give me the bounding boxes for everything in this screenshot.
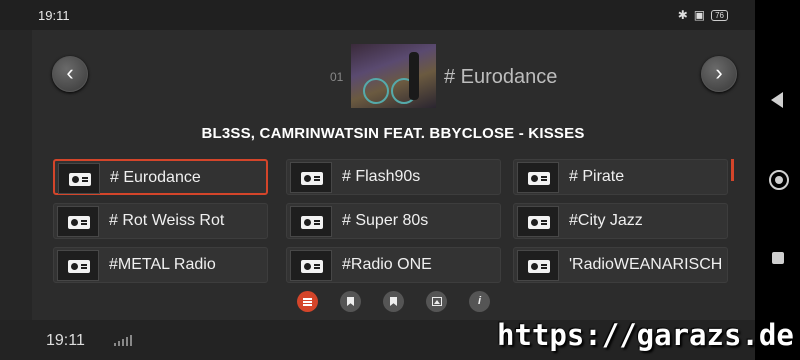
sim-icon: ▣ <box>693 8 706 22</box>
station-tile[interactable]: # Rot Weiss Rot <box>53 203 268 239</box>
station-tile[interactable]: # Flash90s <box>286 159 501 195</box>
station-tile-label: 'RadioWEANARISCH <box>569 256 723 273</box>
bluetooth-icon: ✱ <box>677 8 688 22</box>
station-tile-label: #METAL Radio <box>109 256 216 273</box>
bookmark-icon <box>390 297 397 306</box>
station-tile-label: # Super 80s <box>342 212 429 229</box>
radio-icon <box>290 162 332 193</box>
station-tile[interactable]: # Pirate <box>513 159 728 195</box>
radio-glyph <box>528 260 550 273</box>
cover-art-detail <box>409 52 419 100</box>
track-number: 01 <box>330 70 344 84</box>
radio-glyph <box>301 260 323 273</box>
station-cover-image <box>351 44 436 108</box>
station-tile[interactable]: #City Jazz <box>513 203 728 239</box>
station-tile-label: #City Jazz <box>569 212 643 229</box>
station-tile-label: # Pirate <box>569 168 625 185</box>
radio-glyph <box>301 172 323 185</box>
previous-station-button[interactable]: ‹ <box>52 56 88 92</box>
station-tile[interactable]: # Super 80s <box>286 203 501 239</box>
station-tile[interactable]: #Radio ONE <box>286 247 501 283</box>
station-tile[interactable]: #METAL Radio <box>53 247 268 283</box>
scroll-indicator[interactable] <box>731 159 734 181</box>
list-icon <box>303 298 312 306</box>
bookmark-icon <box>347 297 354 306</box>
station-tile[interactable]: # Eurodance <box>53 159 268 195</box>
station-tile-label: # Eurodance <box>110 169 201 186</box>
radio-icon <box>290 250 332 281</box>
status-bar: 19:11 ✱ ▣ 76 <box>0 0 800 30</box>
status-time: 19:11 <box>38 8 70 23</box>
station-tile-label: # Flash90s <box>342 168 421 185</box>
station-tile[interactable]: 'RadioWEANARISCH <box>513 247 728 283</box>
radio-glyph <box>528 172 550 185</box>
radio-icon <box>517 162 559 193</box>
cover-view-button[interactable] <box>426 291 447 312</box>
bookmark-list-button[interactable] <box>383 291 404 312</box>
radio-icon <box>517 206 559 237</box>
now-playing-title: BL3SS, CAMRINWATSIN FEAT. BBYCLOSE - KIS… <box>201 125 585 142</box>
signal-icon <box>114 334 132 346</box>
home-icon[interactable] <box>769 170 789 190</box>
radio-glyph <box>68 260 90 273</box>
radio-glyph <box>301 216 323 229</box>
radio-icon <box>58 163 100 194</box>
image-icon <box>431 297 442 306</box>
radio-icon <box>57 206 99 237</box>
station-tile-label: # Rot Weiss Rot <box>109 212 225 229</box>
radio-icon <box>290 206 332 237</box>
watermark-text: https://garazs.de <box>497 318 794 352</box>
status-icons: ✱ ▣ 76 <box>678 8 728 22</box>
radio-icon <box>517 250 559 281</box>
bookmark-button[interactable] <box>340 291 361 312</box>
recent-apps-icon[interactable] <box>772 252 784 264</box>
left-strip <box>0 30 32 320</box>
next-station-button[interactable]: › <box>701 56 737 92</box>
info-button[interactable]: i <box>469 291 490 312</box>
radio-icon <box>57 250 99 281</box>
radio-glyph <box>69 173 91 186</box>
back-icon[interactable] <box>771 92 783 108</box>
cover-art-detail <box>363 78 389 104</box>
battery-icon: 76 <box>711 9 728 21</box>
station-list-button[interactable] <box>297 291 318 312</box>
radio-glyph <box>528 216 550 229</box>
bottom-clock: 19:11 <box>46 332 85 349</box>
station-tile-label: #Radio ONE <box>342 256 432 273</box>
radio-glyph <box>68 216 90 229</box>
system-nav-bar <box>755 0 800 360</box>
current-station-name: # Eurodance <box>444 66 558 88</box>
